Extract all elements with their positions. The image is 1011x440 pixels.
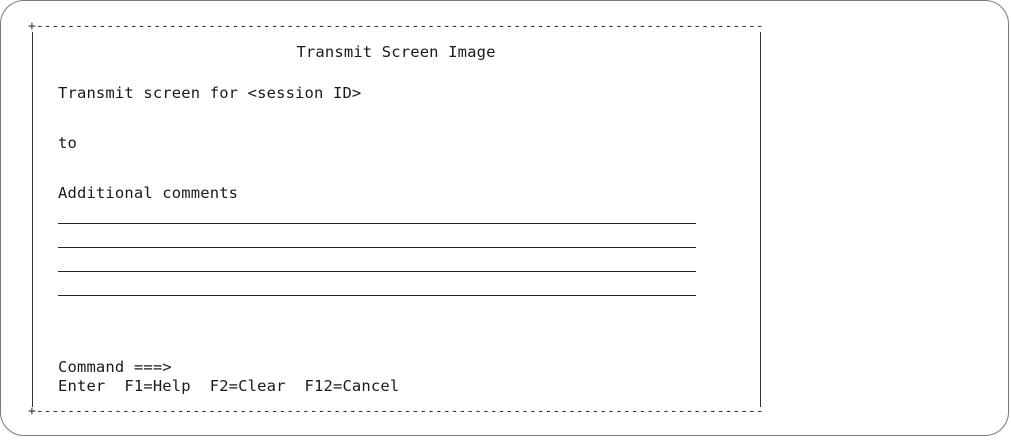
comment-line-4[interactable] <box>58 295 696 296</box>
dialog-left-border <box>32 32 33 407</box>
to-label: to <box>58 134 77 152</box>
comment-line-1[interactable] <box>58 223 696 224</box>
command-prompt[interactable]: Command ===> <box>58 358 172 376</box>
comments-label: Additional comments <box>58 184 239 202</box>
dialog-right-border <box>760 32 761 407</box>
comment-line-2[interactable] <box>58 247 696 248</box>
function-key-bar: Enter F1=Help F2=Clear F12=Cancel <box>58 377 400 395</box>
transmit-dialog: +---------------------------------------… <box>28 21 764 418</box>
comment-line-3[interactable] <box>58 271 696 272</box>
dialog-top-border: +---------------------------------------… <box>28 21 764 33</box>
transmit-label: Transmit screen for <session ID> <box>58 84 362 102</box>
dialog-title: Transmit Screen Image <box>296 43 496 61</box>
dialog-bottom-border: +---------------------------------------… <box>28 406 764 418</box>
